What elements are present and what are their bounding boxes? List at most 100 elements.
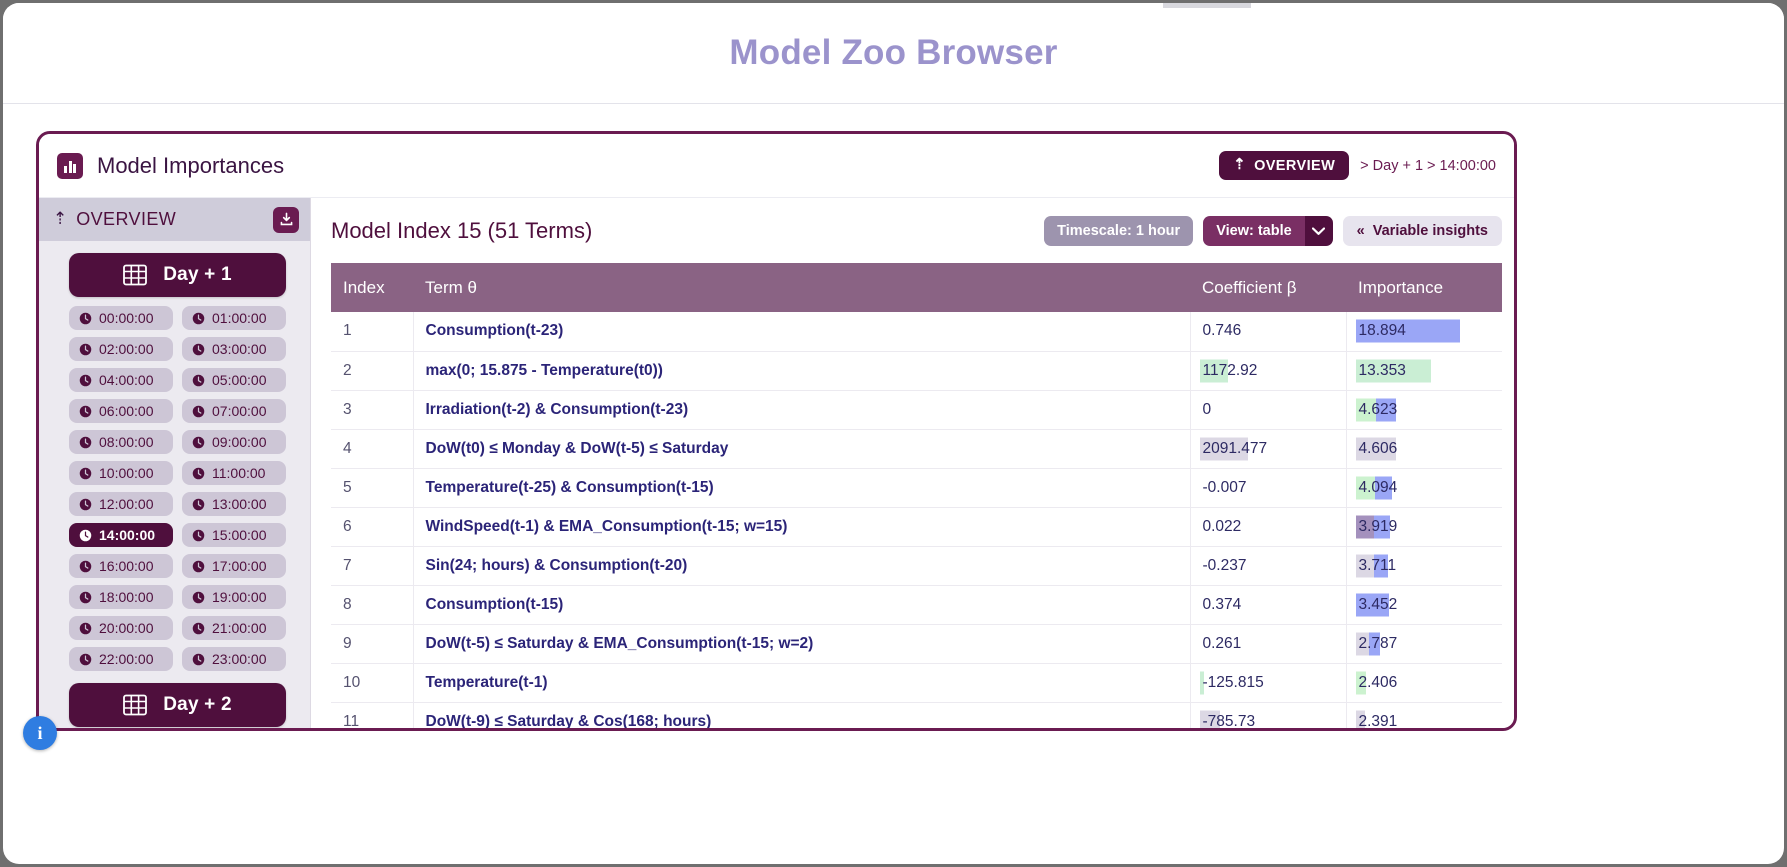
cell-index: 2 xyxy=(331,351,414,391)
time-chip-110000[interactable]: 11:00:00 xyxy=(182,461,286,485)
time-chip-160000[interactable]: 16:00:00 xyxy=(69,554,173,578)
cell-index: 10 xyxy=(331,663,414,703)
table-row[interactable]: 7 Sin(24; hours) & Consumption(t-20) -0.23… xyxy=(331,546,1502,586)
download-icon xyxy=(280,212,292,226)
table-row[interactable]: 1 Consumption(t-23) 0.746 18.894 xyxy=(331,312,1502,352)
table-row[interactable]: 5 Temperature(t-25) & Consumption(t-15) -0… xyxy=(331,468,1502,508)
table-row[interactable]: 4 DoW(t0) ≤ Monday & DoW(t-5) ≤ Saturday 2… xyxy=(331,429,1502,469)
time-chip-200000[interactable]: 20:00:00 xyxy=(69,616,173,640)
view-select[interactable]: View: table xyxy=(1203,216,1333,246)
clock-icon xyxy=(79,498,92,510)
table-row[interactable]: 2 max(0; 15.875 - Temperature(t0)) 1172.92… xyxy=(331,351,1502,391)
time-chip-230000[interactable]: 23:00:00 xyxy=(182,647,286,671)
table-row[interactable]: 6 WindSpeed(t-1) & EMA_Consumption(t-15; … xyxy=(331,507,1502,547)
overview-button[interactable]: ⇡ OVERVIEW xyxy=(1219,151,1350,180)
view-select-caret[interactable] xyxy=(1304,216,1333,246)
clock-icon xyxy=(79,374,92,386)
cell-term: WindSpeed(t-1) & EMA_Consumption(t-15; w… xyxy=(413,507,1191,547)
cell-term: DoW(t-9) ≤ Saturday & Cos(168; hours) xyxy=(413,702,1191,728)
time-chip-label: 22:00:00 xyxy=(99,651,154,667)
arrow-up-icon: ⇡ xyxy=(1233,156,1247,173)
sidebar-content[interactable]: Day + 1 00:00:00 01:00:00 02:00:00 03:00:00… xyxy=(39,241,310,728)
time-chip-020000[interactable]: 02:00:00 xyxy=(69,337,173,361)
cell-importance-value: 4.094 xyxy=(1358,478,1398,496)
sidebar-group-day-1[interactable]: Day + 1 xyxy=(69,253,286,297)
cell-coefficient: -0.007 xyxy=(1190,468,1347,508)
time-chip-060000[interactable]: 06:00:00 xyxy=(69,399,173,423)
time-chip-label: 18:00:00 xyxy=(99,589,154,605)
cell-importance: 4.606 xyxy=(1346,429,1502,469)
time-chip-label: 04:00:00 xyxy=(99,372,154,388)
time-chip-190000[interactable]: 19:00:00 xyxy=(182,585,286,609)
card-body: ⇡ OVERVIEW Day + 1 00:00:00 01:00:00 02:… xyxy=(39,198,1514,728)
time-chip-100000[interactable]: 10:00:00 xyxy=(69,461,173,485)
table-row[interactable]: 9 DoW(t-5) ≤ Saturday & EMA_Consumption(t… xyxy=(331,624,1502,664)
time-chip-180000[interactable]: 18:00:00 xyxy=(69,585,173,609)
app-viewport: Model Zoo Browser Model Importances ⇡ OV… xyxy=(3,3,1784,864)
cell-importance-value: 13.353 xyxy=(1358,361,1406,379)
cell-importance: 13.353 xyxy=(1346,351,1502,391)
time-chip-010000[interactable]: 01:00:00 xyxy=(182,306,286,330)
time-chip-070000[interactable]: 07:00:00 xyxy=(182,399,286,423)
card-header: Model Importances ⇡ OVERVIEW > Day + 1 >… xyxy=(39,134,1514,198)
time-chip-label: 08:00:00 xyxy=(99,434,154,450)
time-chip-label: 05:00:00 xyxy=(212,372,267,388)
time-chip-210000[interactable]: 21:00:00 xyxy=(182,616,286,640)
breadcrumb: > Day + 1 > 14:00:00 xyxy=(1360,157,1496,174)
clock-icon xyxy=(192,405,205,417)
table-row[interactable]: 8 Consumption(t-15) 0.374 3.452 xyxy=(331,585,1502,625)
column-header-index[interactable]: Index xyxy=(331,263,413,312)
time-chip-050000[interactable]: 05:00:00 xyxy=(182,368,286,392)
grid-icon xyxy=(123,264,148,286)
time-chip-label: 17:00:00 xyxy=(212,558,267,574)
view-select-label[interactable]: View: table xyxy=(1203,216,1305,246)
table-body: 1 Consumption(t-23) 0.746 18.894 2 max(0; 15.… xyxy=(331,312,1502,728)
importances-table-wrap: Index Term θ Coefficient β Importance 1C… xyxy=(331,263,1502,728)
time-chip-040000[interactable]: 04:00:00 xyxy=(69,368,173,392)
cell-term: Sin(24; hours) & Consumption(t-20) xyxy=(413,546,1191,586)
time-chip-080000[interactable]: 08:00:00 xyxy=(69,430,173,454)
sidebar-header[interactable]: ⇡ OVERVIEW xyxy=(39,198,310,241)
model-heading: Model Index 15 (51 Terms) xyxy=(331,218,593,243)
table-row[interactable]: 11 DoW(t-9) ≤ Saturday & Cos(168; hours) -… xyxy=(331,702,1502,728)
clock-icon xyxy=(192,529,205,541)
cell-importance-value: 3.711 xyxy=(1358,556,1397,574)
clock-icon xyxy=(79,529,92,541)
time-chip-130000[interactable]: 13:00:00 xyxy=(182,492,286,516)
sidebar-group-label: Day + 1 xyxy=(163,264,232,285)
cell-coefficient: -125.815 xyxy=(1190,663,1347,703)
card-title: Model Importances xyxy=(97,152,285,178)
timescale-button[interactable]: Timescale: 1 hour xyxy=(1044,216,1194,246)
time-chip-090000[interactable]: 09:00:00 xyxy=(182,430,286,454)
main-panel: Model Index 15 (51 Terms) Timescale: 1 h… xyxy=(311,198,1514,728)
time-chip-140000[interactable]: 14:00:00 xyxy=(69,523,173,547)
download-button[interactable] xyxy=(273,206,299,233)
time-chip-030000[interactable]: 03:00:00 xyxy=(182,337,286,361)
cell-coefficient-value: 1172.92 xyxy=(1202,361,1258,379)
cell-coefficient-value: -125.815 xyxy=(1202,673,1264,691)
chevron-down-icon xyxy=(1312,227,1326,235)
sidebar-group-day-2[interactable]: Day + 2 xyxy=(69,683,286,727)
cell-coefficient-value: -0.237 xyxy=(1202,556,1247,574)
time-chip-label: 16:00:00 xyxy=(99,558,154,574)
time-chip-label: 11:00:00 xyxy=(212,465,266,481)
time-chip-120000[interactable]: 12:00:00 xyxy=(69,492,173,516)
time-chip-150000[interactable]: 15:00:00 xyxy=(182,523,286,547)
info-badge[interactable]: i xyxy=(23,716,57,750)
column-header-term[interactable]: Term θ xyxy=(413,263,1190,312)
clock-icon xyxy=(192,374,205,386)
cell-index: 8 xyxy=(331,585,414,625)
time-chip-220000[interactable]: 22:00:00 xyxy=(69,647,173,671)
column-header-importance[interactable]: Importance xyxy=(1346,263,1502,312)
window-edge-artifact xyxy=(1163,3,1251,8)
cell-coefficient-value: 0.746 xyxy=(1202,322,1242,340)
variable-insights-button[interactable]: « Variable insights xyxy=(1342,216,1502,246)
cell-coefficient: 0.374 xyxy=(1190,585,1347,625)
table-row[interactable]: 10 Temperature(t-1) -125.815 2.406 xyxy=(331,663,1502,703)
time-chip-170000[interactable]: 17:00:00 xyxy=(182,554,286,578)
time-chip-000000[interactable]: 00:00:00 xyxy=(69,306,173,330)
clock-icon xyxy=(192,312,205,324)
column-header-coefficient[interactable]: Coefficient β xyxy=(1190,263,1346,312)
cell-term: Irradiation(t-2) & Consumption(t-23) xyxy=(413,390,1191,430)
table-row[interactable]: 3 Irradiation(t-2) & Consumption(t-23) 0 4.… xyxy=(331,390,1502,430)
